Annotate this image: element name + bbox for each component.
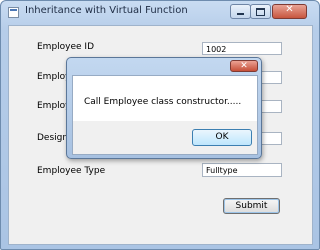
dialog-body: Call Employee class constructor..... OK <box>72 75 258 155</box>
dialog-content: Call Employee class constructor..... <box>73 76 257 121</box>
ok-button[interactable]: OK <box>192 129 252 146</box>
maximize-button[interactable] <box>250 4 271 19</box>
close-icon: ✕ <box>285 4 294 15</box>
maximize-icon <box>256 8 265 16</box>
submit-button[interactable]: Submit <box>223 198 280 214</box>
app-icon <box>8 7 19 18</box>
minimize-icon <box>237 13 244 15</box>
employee-type-select[interactable]: Fulltype <box>202 163 282 177</box>
dialog-close-button[interactable]: ✕ <box>230 60 258 72</box>
close-icon: ✕ <box>240 61 248 71</box>
dialog-message: Call Employee class constructor..... <box>84 97 242 107</box>
message-dialog: ✕ Call Employee class constructor..... O… <box>66 57 262 159</box>
employee-id-field[interactable]: 1002 <box>202 42 282 55</box>
minimize-button[interactable] <box>230 4 251 19</box>
employee-type-label: Employee Type <box>37 166 106 176</box>
employee-id-label: Employee ID <box>37 42 95 52</box>
window-title: Inheritance with Virtual Function <box>25 5 188 16</box>
close-button[interactable]: ✕ <box>272 4 307 19</box>
title-bar[interactable]: Inheritance with Virtual Function ✕ <box>1 1 319 21</box>
